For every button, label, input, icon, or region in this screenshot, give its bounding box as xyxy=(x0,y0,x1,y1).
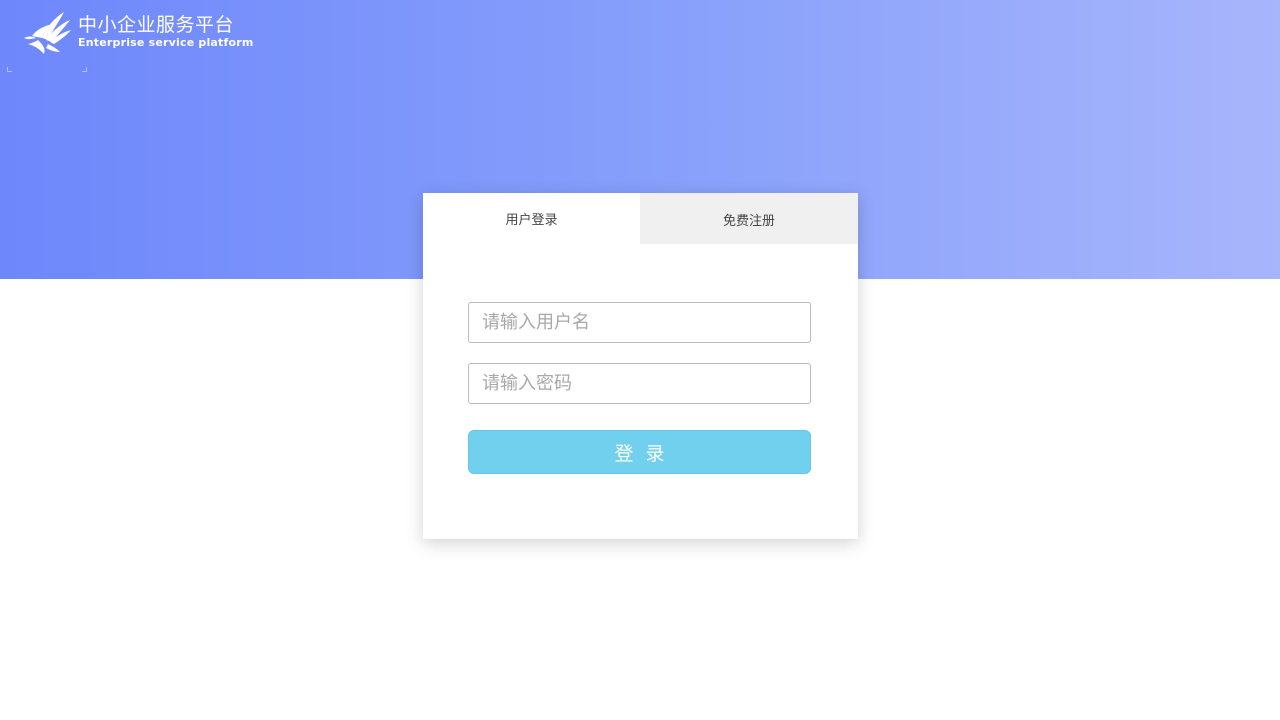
brand-logo[interactable]: 中小企业服务平台 Enterprise service platform xyxy=(24,10,254,54)
login-button[interactable]: 登录 xyxy=(468,430,811,474)
login-page: 中小企业服务平台 Enterprise service platform 用户登… xyxy=(0,0,1280,720)
password-input[interactable] xyxy=(468,363,811,404)
corner-mark xyxy=(7,67,12,72)
login-form: 登录 xyxy=(468,302,812,474)
brand-name-cn: 中小企业服务平台 xyxy=(78,14,235,36)
tab-free-register[interactable]: 免费注册 xyxy=(640,193,858,244)
corner-mark xyxy=(82,67,87,72)
tab-user-login[interactable]: 用户登录 xyxy=(423,193,640,244)
login-card: 用户登录 免费注册 登录 xyxy=(423,193,858,539)
brand-text: 中小企业服务平台 Enterprise service platform xyxy=(78,14,254,50)
logo-focus-corners xyxy=(7,62,87,72)
login-tabs: 用户登录 免费注册 xyxy=(423,193,858,244)
username-input[interactable] xyxy=(468,302,811,343)
bird-hand-logo-icon xyxy=(24,12,71,54)
brand-name-en: Enterprise service platform xyxy=(78,36,254,49)
